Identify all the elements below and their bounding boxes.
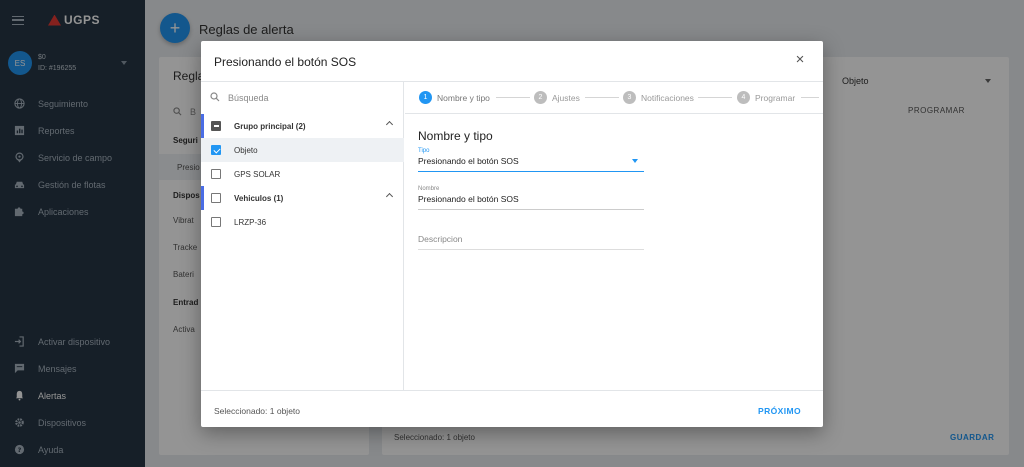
descripcion-field[interactable]: Descripcion — [418, 234, 644, 250]
dialog-header: Presionando el botón SOS × — [201, 41, 823, 82]
tipo-dropdown[interactable]: Tipo Presionando el botón SOS — [418, 148, 644, 172]
checkbox-indeterminate[interactable] — [211, 121, 221, 131]
group-indicator — [201, 186, 204, 210]
checkbox[interactable] — [211, 217, 221, 227]
search-placeholder: Búsqueda — [228, 93, 269, 103]
wizard-stepper: 1 Nombre y tipo 2 Ajustes 3 Notificacion… — [405, 82, 823, 114]
tree-label: Grupo principal (2) — [234, 121, 306, 131]
form-title: Nombre y tipo — [418, 129, 493, 143]
step-number: 1 — [419, 91, 432, 104]
tipo-value-text: Presionando el botón SOS — [418, 156, 519, 166]
search-icon — [210, 92, 220, 104]
step-number: 3 — [623, 91, 636, 104]
tree-item-lrzp-36[interactable]: LRZP-36 — [201, 210, 404, 234]
checkbox[interactable] — [211, 169, 221, 179]
step-connector — [585, 97, 619, 98]
step-ajustes[interactable]: 2 Ajustes — [534, 91, 580, 104]
tree-label: Objeto — [234, 145, 258, 155]
dialog-title: Presionando el botón SOS — [214, 55, 357, 69]
step-nombre-y-tipo[interactable]: 1 Nombre y tipo — [419, 91, 490, 104]
descripcion-input[interactable]: Descripcion — [418, 234, 644, 250]
step-notificaciones[interactable]: 3 Notificaciones — [623, 91, 694, 104]
tree-group-vehiculos[interactable]: Vehiculos (1) — [201, 186, 404, 210]
tree-group-grupo-principal[interactable]: Grupo principal (2) — [201, 114, 404, 138]
selected-count: Seleccionado: 1 objeto — [214, 406, 301, 416]
step-connector — [698, 97, 732, 98]
tree-label: LRZP-36 — [234, 217, 267, 227]
tipo-value[interactable]: Presionando el botón SOS — [418, 156, 644, 172]
checkbox[interactable] — [211, 193, 221, 203]
nombre-field[interactable]: Nombre Presionando el botón SOS — [418, 186, 644, 210]
step-label: Nombre y tipo — [437, 92, 490, 103]
tipo-label: Tipo — [418, 148, 430, 154]
tree-item-objeto[interactable]: Objeto — [201, 138, 404, 162]
step-connector — [496, 97, 530, 98]
tree-label: Vehiculos (1) — [234, 193, 284, 203]
step-connector — [801, 97, 819, 98]
group-indicator — [201, 114, 204, 138]
step-label: Programar — [755, 92, 796, 103]
step-number: 2 — [534, 91, 547, 104]
checkbox-checked[interactable] — [211, 145, 221, 155]
object-search-input[interactable]: Búsqueda — [210, 92, 269, 104]
step-label: Notificaciones — [641, 92, 694, 103]
object-tree-panel: Búsqueda Grupo principal (2) Objeto GPS … — [201, 82, 404, 390]
nombre-input[interactable]: Presionando el botón SOS — [418, 194, 644, 210]
tree-label: GPS SOLAR — [234, 169, 281, 179]
next-button[interactable]: PRÓXIMO — [758, 406, 801, 416]
chevron-up-icon[interactable] — [385, 120, 394, 129]
tree-item-gps-solar[interactable]: GPS SOLAR — [201, 162, 404, 186]
close-icon[interactable]: × — [794, 52, 806, 67]
chevron-down-icon — [632, 159, 638, 163]
step-label: Ajustes — [552, 92, 580, 103]
step-number: 4 — [737, 91, 750, 104]
nombre-label: Nombre — [418, 186, 440, 192]
chevron-up-icon[interactable] — [385, 192, 394, 201]
dialog-footer: Seleccionado: 1 objeto PRÓXIMO — [201, 390, 823, 427]
step-programar[interactable]: 4 Programar — [737, 91, 795, 104]
